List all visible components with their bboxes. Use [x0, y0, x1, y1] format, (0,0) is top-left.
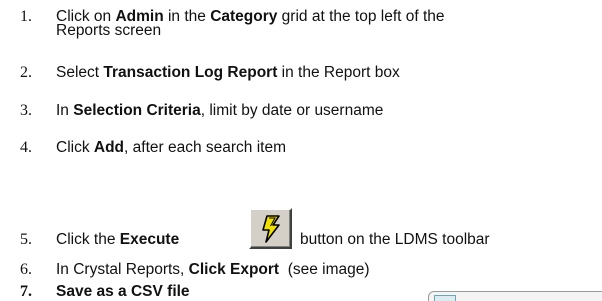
lightning-bolt-icon	[262, 215, 280, 243]
step-text: Click Add, after each search item	[56, 139, 286, 156]
step-text: Select Transaction Log Report in the Rep…	[56, 64, 400, 81]
step-text: In Selection Criteria, limit by date or …	[56, 102, 384, 119]
step-text-after-button: button on the LDMS toolbar	[300, 231, 490, 248]
step-number: 2.	[20, 64, 32, 81]
step-number: 7.	[20, 283, 32, 300]
step-text-line2: Reports screen	[56, 22, 162, 39]
step-number: 1.	[20, 8, 32, 25]
step-text: Click on Admin in the Category grid at t…	[56, 9, 596, 39]
thumbnail-icon	[434, 295, 456, 301]
instruction-steps: 1. Click on Admin in the Category grid a…	[0, 0, 602, 301]
step-text: In Crystal Reports, Click Export (see im…	[56, 261, 370, 278]
step-number: 4.	[20, 139, 32, 156]
step-number: 5.	[20, 231, 32, 248]
execute-button[interactable]	[249, 208, 292, 249]
step-number: 3.	[20, 102, 32, 119]
step-number: 6.	[20, 261, 32, 278]
export-screenshot-thumbnail	[420, 283, 602, 301]
